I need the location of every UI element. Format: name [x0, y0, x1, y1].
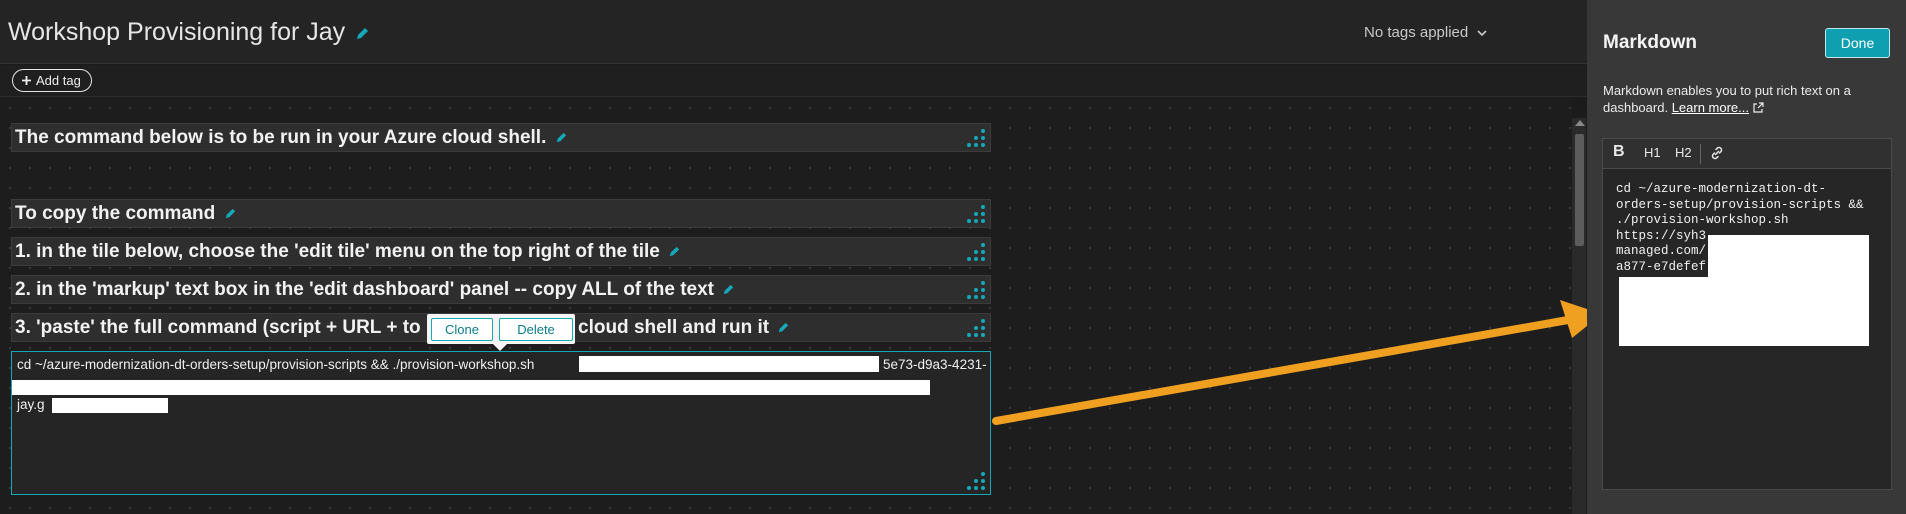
command-line-1-suffix: 5e73-d9a3-4231-: [883, 357, 987, 372]
plus-icon: [22, 76, 31, 85]
delete-button[interactable]: Delete: [499, 318, 573, 341]
h1-button[interactable]: H1: [1644, 145, 1661, 160]
add-tag-button[interactable]: Add tag: [12, 69, 92, 92]
canvas-scrollbar-thumb[interactable]: [1575, 134, 1584, 246]
tile-action-popover: Clone Delete: [427, 314, 575, 351]
redacted-block: [52, 398, 168, 413]
done-button[interactable]: Done: [1825, 28, 1890, 58]
tag-bar: [0, 65, 1587, 97]
dashboard-title-text: Workshop Provisioning for Jay: [8, 18, 346, 46]
external-link-icon: [1753, 102, 1764, 113]
tile-grip-icon[interactable]: [966, 243, 986, 263]
clone-label: Clone: [445, 322, 479, 337]
tags-dropdown-label: No tags applied: [1364, 24, 1469, 41]
delete-label: Delete: [517, 322, 555, 337]
tile-heading: To copy the command: [12, 200, 990, 227]
markdown-tile-intro[interactable]: The command below is to be run in your A…: [11, 123, 991, 152]
command-line-1: cd ~/azure-modernization-dt-orders-setup…: [17, 357, 535, 372]
markdown-tile-copy-heading[interactable]: To copy the command: [11, 199, 991, 228]
redacted-block: [579, 356, 879, 372]
panel-description: Markdown enables you to put rich text on…: [1603, 82, 1888, 116]
editor-line: ./provision-workshop.sh: [1616, 213, 1789, 227]
tile-grip-icon[interactable]: [966, 129, 986, 149]
tags-dropdown[interactable]: No tags applied: [1364, 24, 1488, 41]
markdown-tile-step-1[interactable]: 1. in the tile below, choose the 'edit t…: [11, 237, 991, 266]
tile-text: 3. 'paste' the full command (script + UR…: [15, 317, 421, 338]
pencil-icon: [556, 133, 566, 143]
markdown-tile-step-2[interactable]: 2. in the 'markup' text box in the 'edit…: [11, 275, 991, 304]
add-tag-label: Add tag: [36, 73, 81, 88]
tile-heading: The command below is to be run in your A…: [12, 124, 990, 151]
chevron-down-icon: [1477, 30, 1487, 37]
link-icon[interactable]: [1709, 145, 1725, 161]
editor-line: cd ~/azure-modernization-dt-: [1616, 182, 1827, 196]
dashboard-title[interactable]: Workshop Provisioning for Jay: [8, 18, 369, 47]
command-tile[interactable]: cd ~/azure-modernization-dt-orders-setup…: [11, 351, 991, 495]
done-label: Done: [1840, 35, 1875, 51]
command-line-3: jay.g: [17, 397, 45, 412]
tile-text: The command below is to be run in your A…: [15, 127, 547, 148]
tile-heading-tail: cloud shell and run it: [575, 314, 789, 341]
tile-text: 2. in the 'markup' text box in the 'edit…: [15, 279, 714, 300]
h2-button[interactable]: H2: [1675, 145, 1692, 160]
redacted-block: [12, 380, 930, 395]
tile-heading: 1. in the tile below, choose the 'edit t…: [12, 238, 990, 265]
tile-text: 1. in the tile below, choose the 'edit t…: [15, 241, 660, 262]
tile-grip-icon[interactable]: [966, 205, 986, 225]
tile-grip-icon[interactable]: [966, 281, 986, 301]
scroll-up-arrow-icon[interactable]: [1575, 120, 1585, 126]
pencil-icon: [225, 209, 235, 219]
pencil-icon: [779, 323, 789, 333]
pencil-icon: [724, 285, 734, 295]
tile-heading: 3. 'paste' the full command (script + UR…: [12, 314, 421, 341]
bold-button[interactable]: B: [1613, 143, 1625, 161]
tile-grip-icon[interactable]: [966, 472, 986, 492]
annotation-arrow: [992, 300, 1602, 425]
learn-more-link[interactable]: Learn more...: [1672, 100, 1749, 115]
clone-button[interactable]: Clone: [431, 318, 493, 341]
pencil-icon: [669, 247, 680, 257]
tile-text: To copy the command: [15, 203, 216, 224]
tile-heading: 2. in the 'markup' text box in the 'edit…: [12, 276, 990, 303]
editor-line: orders-setup/provision-scripts &&: [1616, 197, 1864, 212]
panel-title: Markdown: [1603, 32, 1697, 53]
edit-title-pencil-icon[interactable]: [356, 27, 369, 40]
tile-grip-icon[interactable]: [966, 319, 986, 339]
toolbar-divider: [1700, 144, 1701, 164]
tile-text: cloud shell and run it: [578, 317, 770, 338]
redacted-block: [1708, 235, 1869, 277]
redacted-block: [1619, 277, 1869, 346]
